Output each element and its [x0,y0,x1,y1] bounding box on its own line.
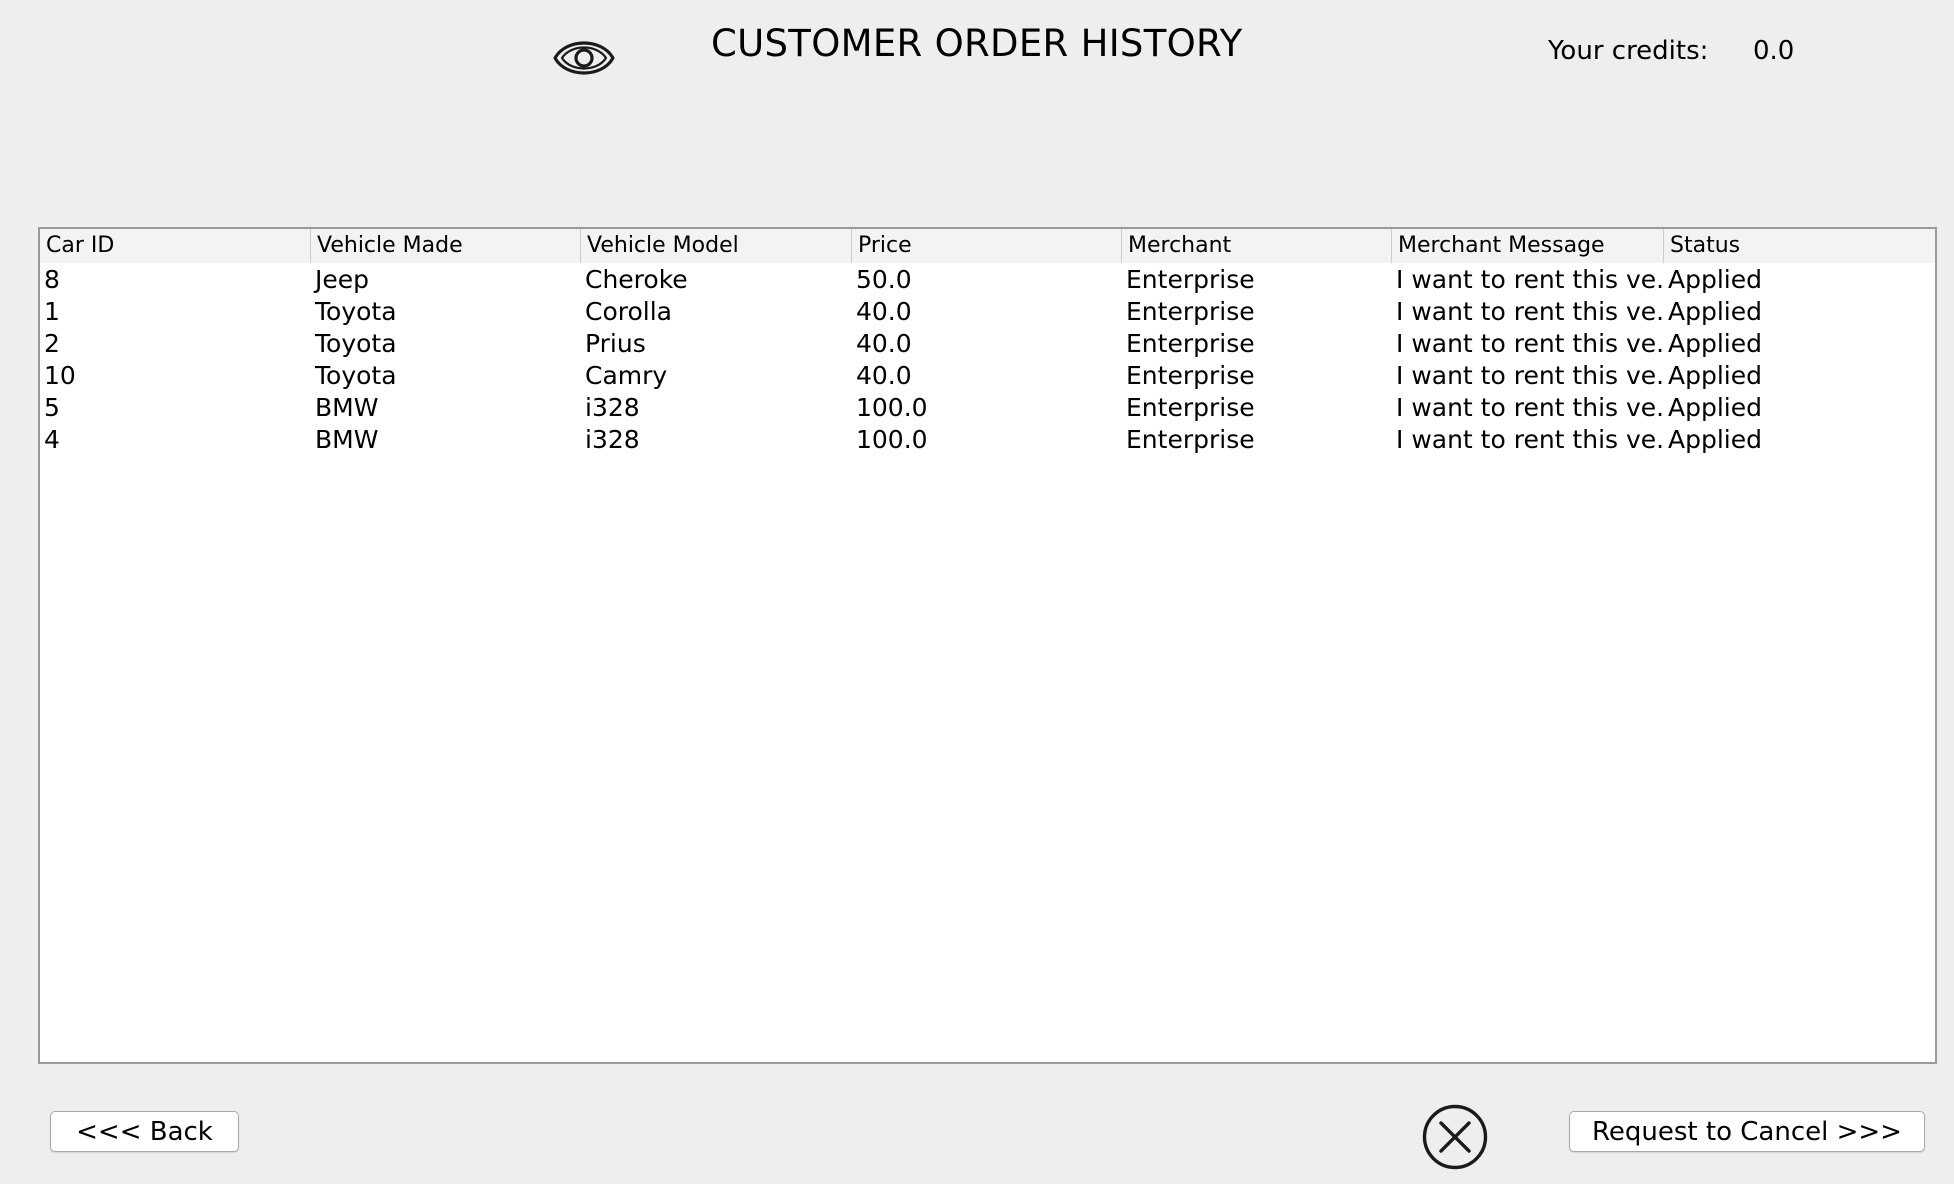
cell-merchant-message: I want to rent this ve... [1396,393,1663,422]
table-body: 8 Jeep Cheroke 50.0 Enterprise I want to… [40,264,1935,456]
cell-status: Applied [1668,361,1762,390]
cell-car-id: 2 [44,329,60,358]
cell-vehicle-made: BMW [315,393,379,422]
cell-vehicle-model: i328 [585,393,640,422]
order-history-table[interactable]: Car ID Vehicle Made Vehicle Model Price … [38,227,1937,1064]
cell-car-id: 8 [44,265,60,294]
cell-merchant-message: I want to rent this ve... [1396,265,1663,294]
cell-merchant: Enterprise [1126,425,1255,454]
cell-vehicle-made: Jeep [315,265,370,294]
cell-status: Applied [1668,265,1762,294]
cell-merchant: Enterprise [1126,393,1255,422]
page-title: CUSTOMER ORDER HISTORY [711,22,1243,65]
eye-icon [553,41,615,75]
table-row[interactable]: 1 Toyota Corolla 40.0 Enterprise I want … [40,296,1935,328]
credits-label: Your credits: [1548,36,1709,66]
column-header-merchant[interactable]: Merchant [1121,229,1391,263]
cell-price: 40.0 [856,297,912,326]
cell-vehicle-made: Toyota [315,297,397,326]
cell-status: Applied [1668,425,1762,454]
cell-vehicle-model: i328 [585,425,640,454]
cell-merchant-message: I want to rent this ve... [1396,329,1663,358]
cell-vehicle-made: Toyota [315,361,397,390]
cell-price: 100.0 [856,393,928,422]
cell-vehicle-model: Prius [585,329,646,358]
cell-merchant-message: I want to rent this ve... [1396,425,1663,454]
cell-vehicle-model: Corolla [585,297,672,326]
column-header-vehicle-made[interactable]: Vehicle Made [310,229,580,263]
cell-vehicle-model: Camry [585,361,668,390]
cell-price: 50.0 [856,265,912,294]
cell-merchant-message: I want to rent this ve... [1396,297,1663,326]
cell-merchant: Enterprise [1126,297,1255,326]
column-header-car-id[interactable]: Car ID [40,229,310,263]
cell-car-id: 1 [44,297,60,326]
credits-value: 0.0 [1753,36,1795,66]
cell-vehicle-model: Cheroke [585,265,688,294]
cell-merchant: Enterprise [1126,361,1255,390]
cell-price: 40.0 [856,329,912,358]
cell-status: Applied [1668,297,1762,326]
column-header-price[interactable]: Price [851,229,1121,263]
column-header-vehicle-model[interactable]: Vehicle Model [580,229,851,263]
cell-merchant: Enterprise [1126,265,1255,294]
cell-car-id: 4 [44,425,60,454]
table-row[interactable]: 10 Toyota Camry 40.0 Enterprise I want t… [40,360,1935,392]
table-row[interactable]: 5 BMW i328 100.0 Enterprise I want to re… [40,392,1935,424]
column-header-status[interactable]: Status [1663,229,1935,263]
cell-price: 100.0 [856,425,928,454]
table-row[interactable]: 4 BMW i328 100.0 Enterprise I want to re… [40,424,1935,456]
table-header: Car ID Vehicle Made Vehicle Model Price … [40,229,1935,263]
cell-vehicle-made: BMW [315,425,379,454]
cell-merchant-message: I want to rent this ve... [1396,361,1663,390]
table-row[interactable]: 2 Toyota Prius 40.0 Enterprise I want to… [40,328,1935,360]
back-button[interactable]: <<< Back [50,1111,239,1152]
cell-price: 40.0 [856,361,912,390]
cancel-circle-x-icon[interactable] [1420,1102,1490,1172]
request-to-cancel-button[interactable]: Request to Cancel >>> [1569,1111,1925,1152]
cell-car-id: 10 [44,361,76,390]
cell-vehicle-made: Toyota [315,329,397,358]
cell-status: Applied [1668,329,1762,358]
table-row[interactable]: 8 Jeep Cheroke 50.0 Enterprise I want to… [40,264,1935,296]
column-header-merchant-message[interactable]: Merchant Message [1391,229,1663,263]
cell-merchant: Enterprise [1126,329,1255,358]
cell-status: Applied [1668,393,1762,422]
cell-car-id: 5 [44,393,60,422]
